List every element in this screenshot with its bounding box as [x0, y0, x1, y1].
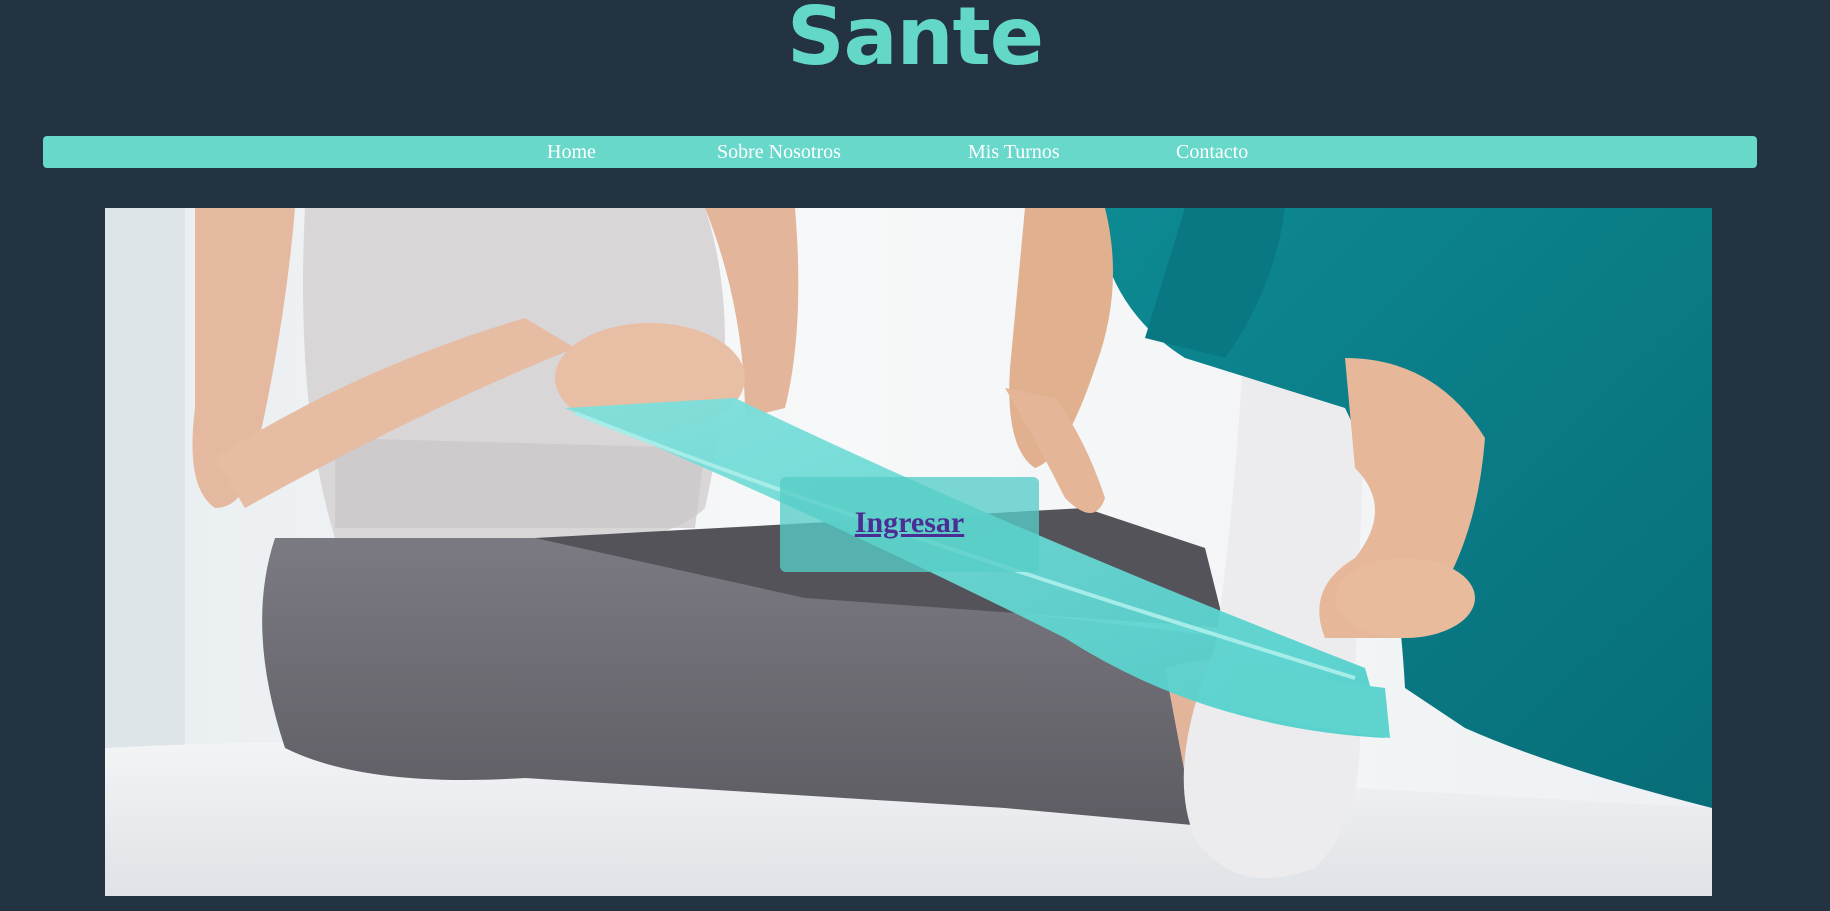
main-navbar: Home Sobre Nosotros Mis Turnos Contacto	[43, 136, 1757, 168]
nav-about-link[interactable]: Sobre Nosotros	[717, 136, 841, 168]
site-logo: Sante	[786, 0, 1044, 83]
login-link[interactable]: Ingresar	[855, 505, 964, 541]
nav-contact-link[interactable]: Contacto	[1176, 136, 1248, 168]
login-box: Ingresar	[780, 477, 1039, 572]
nav-home-link[interactable]: Home	[547, 136, 596, 168]
nav-turnos-link[interactable]: Mis Turnos	[968, 136, 1060, 168]
